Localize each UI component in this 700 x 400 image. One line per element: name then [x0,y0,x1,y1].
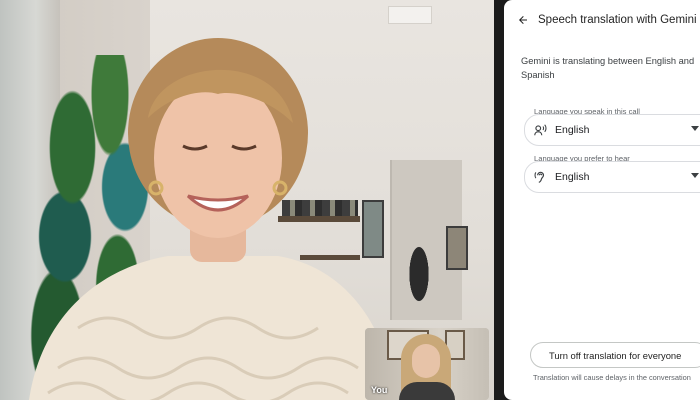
translation-status-text: Gemini is translating between English an… [521,56,695,80]
back-button[interactable] [516,12,530,28]
speech-translation-panel: Speech translation with Gemini Gemini is… [504,0,700,400]
hear-language-select[interactable]: English [524,161,700,193]
self-view-label: You [371,385,388,395]
translation-delay-note: Translation will cause delays in the con… [533,373,691,382]
arrow-back-icon [519,16,527,24]
self-participant-body [399,382,455,400]
dropdown-caret-icon [691,126,699,131]
panel-header: Speech translation with Gemini [516,12,697,28]
self-participant-face [412,344,440,378]
participant-woman [29,38,397,400]
panel-title: Speech translation with Gemini [538,14,697,26]
hear-language-value: English [555,171,590,183]
ceiling-light [388,6,432,24]
panel-divider [494,0,504,400]
dropdown-caret-icon [691,173,699,178]
main-video-tile[interactable]: You [0,0,494,400]
hearing-icon [533,170,547,184]
plant [404,246,434,316]
speak-language-select[interactable]: English [524,114,700,146]
self-view-tile[interactable]: You [365,328,489,400]
wall-picture [446,226,468,270]
voice-speaking-icon [533,123,547,137]
speak-language-value: English [555,124,590,136]
turn-off-translation-button[interactable]: Turn off translation for everyone [530,342,700,368]
